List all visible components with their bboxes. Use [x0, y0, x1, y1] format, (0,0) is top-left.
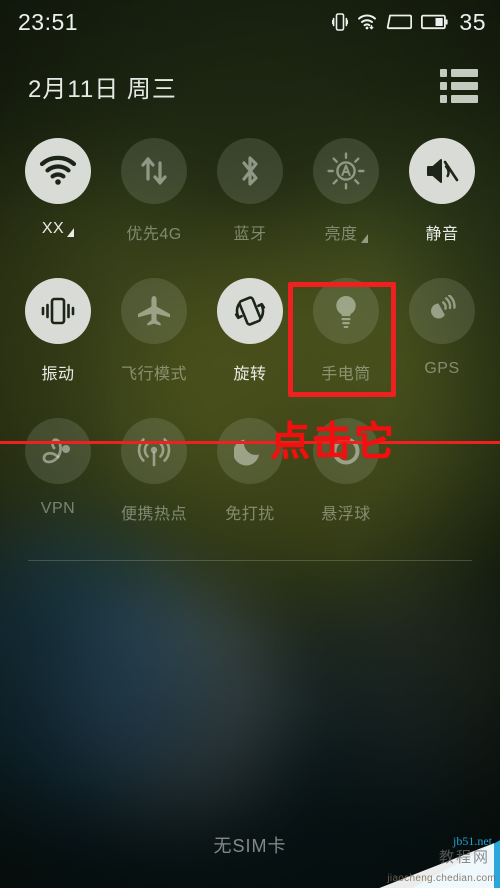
tile-label: 飞行模式	[120, 366, 187, 383]
tile-row: XX 优先4G 蓝牙 亮度 静音	[0, 138, 500, 278]
tile-mute[interactable]: 静音	[399, 138, 485, 278]
panel-divider	[28, 560, 472, 561]
tile-label: 亮度	[324, 220, 368, 244]
annotation-highlight-box	[288, 282, 396, 397]
list-icon[interactable]	[440, 69, 478, 103]
battery-level-icon	[421, 14, 449, 30]
watermark-url: jiaocheng.chedian.com	[387, 873, 496, 884]
tile-gps[interactable]: GPS	[399, 278, 485, 418]
list-icon-row	[440, 69, 478, 77]
tile-label: 免打扰	[225, 506, 275, 523]
status-clock: 23:51	[18, 8, 79, 35]
mute-icon	[409, 138, 475, 204]
tile-label: 便携热点	[120, 506, 187, 523]
tile-label: VPN	[40, 500, 76, 517]
gps-icon	[409, 278, 475, 344]
status-icons: 35	[332, 9, 486, 36]
annotation-text: 点击它	[270, 419, 396, 465]
battery-outline-icon	[386, 14, 413, 30]
status-bar: 23:51 35	[0, 0, 500, 44]
tile-mobile-data[interactable]: 优先4G	[111, 138, 197, 278]
tile-hotspot[interactable]: 便携热点	[111, 418, 197, 558]
mobile-data-icon	[121, 138, 187, 204]
tile-label: 静音	[425, 226, 459, 243]
tile-brightness[interactable]: 亮度	[303, 138, 389, 278]
tile-label: XX	[42, 220, 75, 238]
airplane-icon	[121, 278, 187, 344]
list-icon-row	[440, 95, 478, 103]
tile-empty	[399, 418, 485, 558]
wifi-icon	[25, 138, 91, 204]
tile-wifi[interactable]: XX	[15, 138, 101, 278]
rotate-icon	[217, 278, 283, 344]
list-icon-row	[440, 82, 478, 90]
brightness-auto-icon	[313, 138, 379, 204]
expand-triangle-icon[interactable]	[360, 234, 368, 243]
tile-airplane-mode[interactable]: 飞行模式	[111, 278, 197, 418]
phone-screen: 23:51 35 2月11日 周三 XX 优先4G 蓝牙 亮度 静音 振动 飞行…	[0, 0, 500, 888]
hotspot-icon	[121, 418, 187, 484]
expand-triangle-icon[interactable]	[67, 228, 75, 237]
tile-label: 悬浮球	[321, 506, 371, 523]
tile-label: GPS	[424, 360, 460, 377]
panel-header: 2月11日 周三	[0, 58, 500, 114]
vibrate-icon	[25, 278, 91, 344]
vibrate-icon	[332, 12, 349, 32]
watermark: jb51.net 教程网 jiaocheng.chedian.com	[340, 818, 500, 888]
battery-percent-text: 35	[459, 8, 486, 35]
tile-rotate[interactable]: 旋转	[207, 278, 293, 418]
date-label: 2月11日 周三	[28, 75, 177, 103]
tile-label: 振动	[41, 366, 75, 383]
annotation-underline	[0, 441, 500, 444]
tile-label: 蓝牙	[233, 226, 267, 243]
watermark-title: 教程网	[438, 849, 490, 866]
tile-vpn[interactable]: VPN	[15, 418, 101, 558]
tile-bluetooth[interactable]: 蓝牙	[207, 138, 293, 278]
tile-label: 旋转	[233, 366, 267, 383]
vpn-icon	[25, 418, 91, 484]
tile-row: VPN 便携热点 免打扰 悬浮球	[0, 418, 500, 558]
tile-vibrate[interactable]: 振动	[15, 278, 101, 418]
tile-row: 振动 飞行模式 旋转 手电筒 GPS	[0, 278, 500, 418]
quick-settings-grid: XX 优先4G 蓝牙 亮度 静音 振动 飞行模式 旋转 手电筒 GPS VPN …	[0, 138, 500, 558]
bluetooth-icon	[217, 138, 283, 204]
tile-label: 优先4G	[126, 226, 182, 243]
wifi-icon	[357, 13, 377, 31]
